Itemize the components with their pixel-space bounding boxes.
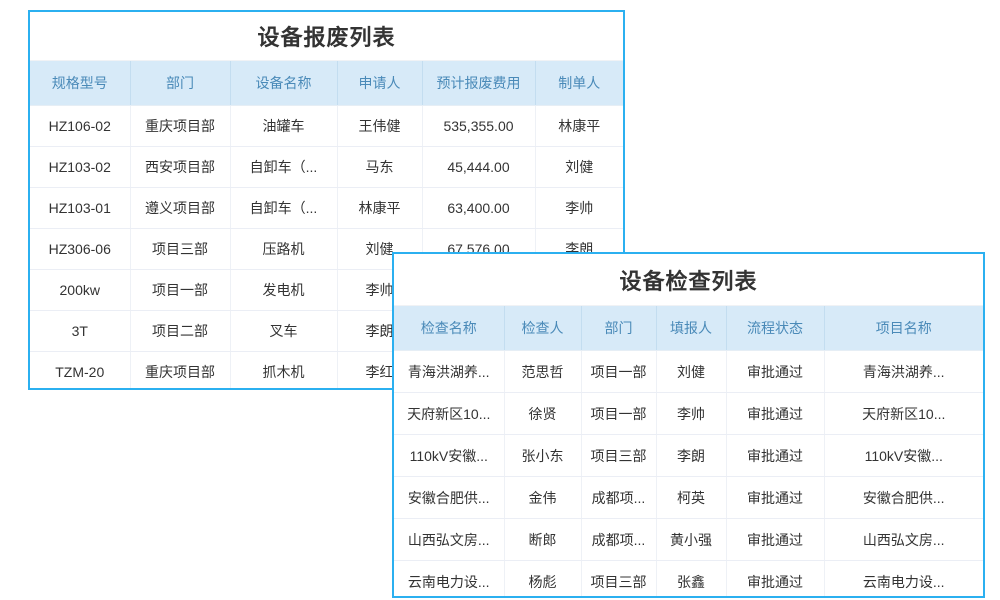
cell-link[interactable]: 青海洪湖养... (824, 351, 983, 393)
status-badge: 审批通过 (726, 435, 824, 477)
column-header: 流程状态 (726, 306, 824, 351)
table-cell: 西安项目部 (130, 147, 230, 188)
cell-link[interactable]: 安徽合肥供... (394, 477, 504, 519)
cell-link[interactable]: 天府新区10... (824, 393, 983, 435)
table-cell: 张小东 (504, 435, 581, 477)
inspection-list-header: 检查名称检查人部门填报人流程状态项目名称 (394, 306, 983, 351)
table-cell: 63,400.00 (422, 188, 535, 229)
column-header: 检查人 (504, 306, 581, 351)
column-header: 预计报废费用 (422, 61, 535, 106)
cell-link[interactable]: 林康平 (535, 106, 623, 147)
scrap-list-header: 规格型号部门设备名称申请人预计报废费用制单人 (30, 61, 623, 106)
column-header: 检查名称 (394, 306, 504, 351)
table-cell: HZ106-02 (30, 106, 130, 147)
table-cell: 项目三部 (130, 229, 230, 270)
cell-link[interactable]: 马东 (337, 147, 422, 188)
column-header: 规格型号 (30, 61, 130, 106)
column-header: 填报人 (656, 306, 726, 351)
table-cell: HZ103-01 (30, 188, 130, 229)
cell-link[interactable]: 青海洪湖养... (394, 351, 504, 393)
status-badge: 审批通过 (726, 393, 824, 435)
cell-link[interactable]: 刘健 (535, 147, 623, 188)
table-cell: 200kw (30, 270, 130, 311)
cell-link[interactable]: 发电机 (230, 270, 337, 311)
table-cell: HZ103-02 (30, 147, 130, 188)
table-row: 山西弘文房...断郎成都项...黄小强审批通过山西弘文房... (394, 519, 983, 561)
cell-link[interactable]: 李帅 (535, 188, 623, 229)
inspection-list-table: 检查名称检查人部门填报人流程状态项目名称 青海洪湖养...范思哲项目一部刘健审批… (394, 306, 983, 598)
cell-link[interactable]: 王伟健 (337, 106, 422, 147)
table-cell: 项目二部 (130, 311, 230, 352)
table-row: 安徽合肥供...金伟成都项...柯英审批通过安徽合肥供... (394, 477, 983, 519)
table-cell: 项目一部 (130, 270, 230, 311)
table-cell: 遵义项目部 (130, 188, 230, 229)
column-header: 制单人 (535, 61, 623, 106)
table-cell: 成都项... (581, 477, 656, 519)
cell-link[interactable]: 刘健 (656, 351, 726, 393)
table-cell: 项目三部 (581, 561, 656, 599)
cell-link[interactable]: 110kV安徽... (394, 435, 504, 477)
cell-link[interactable]: 油罐车 (230, 106, 337, 147)
cell-link[interactable]: 抓木机 (230, 352, 337, 391)
cell-link[interactable]: 云南电力设... (824, 561, 983, 599)
table-cell: HZ306-06 (30, 229, 130, 270)
table-cell: 项目一部 (581, 351, 656, 393)
table-cell: 项目一部 (581, 393, 656, 435)
cell-link[interactable]: 天府新区10... (394, 393, 504, 435)
cell-link[interactable]: 自卸车（... (230, 188, 337, 229)
cell-link[interactable]: 李帅 (656, 393, 726, 435)
table-row: HZ106-02重庆项目部油罐车王伟健535,355.00林康平 (30, 106, 623, 147)
cell-link[interactable]: 安徽合肥供... (824, 477, 983, 519)
table-cell: 535,355.00 (422, 106, 535, 147)
inspection-list-card: 设备检查列表 检查名称检查人部门填报人流程状态项目名称 青海洪湖养...范思哲项… (392, 252, 985, 598)
table-row: 110kV安徽...张小东项目三部李朗审批通过110kV安徽... (394, 435, 983, 477)
table-cell: 断郎 (504, 519, 581, 561)
cell-link[interactable]: 压路机 (230, 229, 337, 270)
inspection-list-body: 青海洪湖养...范思哲项目一部刘健审批通过青海洪湖养...天府新区10...徐贤… (394, 351, 983, 599)
status-badge: 审批通过 (726, 519, 824, 561)
table-cell: 范思哲 (504, 351, 581, 393)
table-cell: 金伟 (504, 477, 581, 519)
cell-link[interactable]: 110kV安徽... (824, 435, 983, 477)
status-badge: 审批通过 (726, 351, 824, 393)
column-header: 部门 (130, 61, 230, 106)
table-cell: 杨彪 (504, 561, 581, 599)
table-row: 云南电力设...杨彪项目三部张鑫审批通过云南电力设... (394, 561, 983, 599)
table-row: 青海洪湖养...范思哲项目一部刘健审批通过青海洪湖养... (394, 351, 983, 393)
inspection-list-title: 设备检查列表 (394, 254, 983, 306)
column-header: 项目名称 (824, 306, 983, 351)
table-cell: 徐贤 (504, 393, 581, 435)
column-header: 部门 (581, 306, 656, 351)
table-row: 天府新区10...徐贤项目一部李帅审批通过天府新区10... (394, 393, 983, 435)
table-cell: 重庆项目部 (130, 352, 230, 391)
cell-link[interactable]: 山西弘文房... (394, 519, 504, 561)
table-cell: 3T (30, 311, 130, 352)
cell-link[interactable]: 李朗 (656, 435, 726, 477)
table-cell: 45,444.00 (422, 147, 535, 188)
cell-link[interactable]: 云南电力设... (394, 561, 504, 599)
cell-link[interactable]: 林康平 (337, 188, 422, 229)
cell-link[interactable]: 柯英 (656, 477, 726, 519)
status-badge: 审批通过 (726, 561, 824, 599)
status-badge: 审批通过 (726, 477, 824, 519)
cell-link[interactable]: 山西弘文房... (824, 519, 983, 561)
cell-link[interactable]: 叉车 (230, 311, 337, 352)
cell-link[interactable]: 自卸车（... (230, 147, 337, 188)
cell-link[interactable]: 张鑫 (656, 561, 726, 599)
table-cell: TZM-20 (30, 352, 130, 391)
table-cell: 成都项... (581, 519, 656, 561)
table-cell: 项目三部 (581, 435, 656, 477)
scrap-list-title: 设备报废列表 (30, 12, 623, 61)
table-row: HZ103-02西安项目部自卸车（...马东45,444.00刘健 (30, 147, 623, 188)
column-header: 申请人 (337, 61, 422, 106)
table-row: HZ103-01遵义项目部自卸车（...林康平63,400.00李帅 (30, 188, 623, 229)
table-cell: 重庆项目部 (130, 106, 230, 147)
column-header: 设备名称 (230, 61, 337, 106)
cell-link[interactable]: 黄小强 (656, 519, 726, 561)
